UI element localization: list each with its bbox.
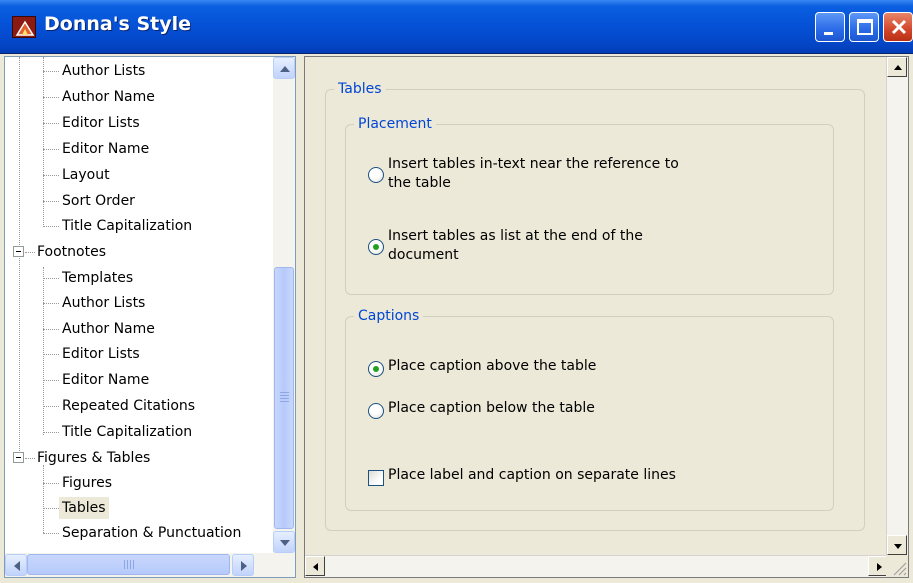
tree-line	[43, 123, 59, 124]
tree-vertical-scrollbar[interactable]	[273, 57, 295, 553]
tree-item-layout[interactable]: Layout	[59, 164, 113, 186]
tree-item-title-capitalization[interactable]: Title Capitalization	[59, 215, 195, 237]
scroll-thumb[interactable]	[274, 267, 294, 529]
arrow-down-icon	[894, 544, 902, 549]
title-bar: Donna's Style	[0, 0, 913, 54]
arrow-down-icon	[280, 540, 290, 546]
tree-line	[43, 380, 59, 381]
placement-group-title: Placement	[354, 115, 436, 133]
radio-label-line1: Insert tables in-text near the reference…	[388, 156, 679, 172]
tree-line	[43, 175, 59, 176]
app-icon	[12, 16, 36, 38]
tree-line	[43, 149, 59, 150]
placement-group: Placement Insert tables in-text near the…	[345, 115, 834, 295]
tree-line	[43, 329, 59, 330]
tree-line	[43, 201, 59, 202]
caption-below-label: Place caption below the table	[388, 400, 595, 416]
tree-item-repeated-citations[interactable]: Repeated Citations	[59, 395, 198, 417]
radio-in-text[interactable]	[368, 167, 384, 183]
tree-item-author-lists[interactable]: Author Lists	[59, 60, 148, 82]
tables-group-title: Tables	[334, 80, 386, 98]
scroll-up-button[interactable]	[273, 57, 295, 79]
collapse-figures-tables-icon[interactable]	[13, 452, 24, 463]
tree-line	[43, 432, 59, 433]
resize-grip-icon	[893, 562, 907, 576]
radio-label-line2: the table	[388, 175, 451, 191]
panel-scroll-up-button[interactable]	[887, 57, 907, 77]
close-button[interactable]	[883, 12, 913, 42]
tree-item-editor-lists[interactable]: Editor Lists	[59, 343, 143, 365]
tree-horizontal-scrollbar[interactable]	[5, 553, 295, 577]
arrow-right-icon	[241, 561, 247, 571]
collapse-footnotes-icon[interactable]	[13, 246, 24, 257]
tree-item-editor-name[interactable]: Editor Name	[59, 138, 152, 160]
panel-horizontal-scrollbar[interactable]	[305, 555, 888, 577]
tree-line	[43, 226, 59, 227]
tree-items: Author Lists Author Name Editor Lists Ed…	[5, 57, 273, 553]
radio-list-end[interactable]	[368, 239, 384, 255]
tree-line	[43, 267, 44, 435]
tree-item-figures[interactable]: Figures	[59, 472, 115, 494]
tree-item-author-name[interactable]: Author Name	[59, 318, 158, 340]
tree-line	[43, 97, 59, 98]
tree-item-templates[interactable]: Templates	[59, 267, 136, 289]
close-icon	[891, 19, 907, 35]
scroll-down-button[interactable]	[273, 531, 295, 553]
panel-scroll-right-button[interactable]	[868, 556, 888, 576]
tree-line	[43, 71, 59, 72]
tree-line	[43, 483, 59, 484]
tree-item-separation-punctuation[interactable]: Separation & Punctuation	[59, 522, 244, 544]
placement-option-in-text-label: Insert tables in-text near the reference…	[388, 155, 748, 193]
maximize-button[interactable]	[849, 12, 879, 42]
tree-line	[43, 354, 59, 355]
settings-panel: Tables Placement Insert tables in-text n…	[304, 56, 909, 578]
tree-item-author-name[interactable]: Author Name	[59, 86, 158, 108]
tree-item-author-lists[interactable]: Author Lists	[59, 292, 148, 314]
radio-label-line2: document	[388, 247, 459, 263]
separate-lines-label: Place label and caption on separate line…	[388, 467, 676, 483]
tree-line	[43, 278, 59, 279]
tree-item-figures-tables[interactable]: Figures & Tables	[34, 447, 153, 469]
pane-splitter[interactable]	[296, 56, 304, 578]
tree-line	[43, 57, 44, 225]
resize-grip[interactable]	[886, 555, 908, 577]
style-tree[interactable]: Author Lists Author Name Editor Lists Ed…	[4, 56, 296, 578]
captions-group: Captions Place caption above the table P…	[345, 307, 834, 511]
tree-item-title-capitalization[interactable]: Title Capitalization	[59, 421, 195, 443]
radio-caption-below[interactable]	[368, 403, 384, 419]
panel-scroll-left-button[interactable]	[305, 556, 325, 576]
radio-caption-above[interactable]	[368, 361, 384, 377]
arrow-up-icon	[280, 66, 290, 72]
scroll-left-button[interactable]	[5, 554, 27, 576]
placement-option-list-end-label: Insert tables as list at the end of the …	[388, 227, 748, 265]
h-scroll-thumb[interactable]	[27, 554, 230, 575]
scroll-right-button[interactable]	[232, 554, 254, 576]
tree-line	[43, 406, 59, 407]
maximize-icon	[857, 19, 873, 35]
tree-line	[43, 303, 59, 304]
arrow-up-icon	[894, 65, 902, 70]
tables-group: Tables Placement Insert tables in-text n…	[325, 80, 865, 531]
checkbox-separate-lines[interactable]	[368, 470, 384, 486]
radio-label-line1: Insert tables as list at the end of the	[388, 228, 643, 244]
tree-item-sort-order[interactable]: Sort Order	[59, 190, 138, 212]
tree-item-editor-lists[interactable]: Editor Lists	[59, 112, 143, 134]
captions-group-title: Captions	[354, 307, 424, 325]
caption-above-label: Place caption above the table	[388, 358, 597, 374]
tree-item-editor-name[interactable]: Editor Name	[59, 369, 152, 391]
panel-scroll-down-button[interactable]	[887, 535, 907, 555]
panel-vertical-scrollbar[interactable]	[886, 57, 908, 555]
minimize-icon	[824, 32, 833, 35]
arrow-left-icon	[14, 561, 20, 571]
arrow-left-icon	[313, 563, 318, 571]
window-title: Donna's Style	[44, 13, 191, 35]
tree-item-tables[interactable]: Tables	[59, 497, 109, 519]
tree-line	[43, 508, 59, 509]
tree-line	[43, 465, 44, 533]
minimize-button[interactable]	[815, 12, 845, 42]
tree-line	[43, 533, 59, 534]
tree-item-footnotes[interactable]: Footnotes	[34, 241, 109, 263]
